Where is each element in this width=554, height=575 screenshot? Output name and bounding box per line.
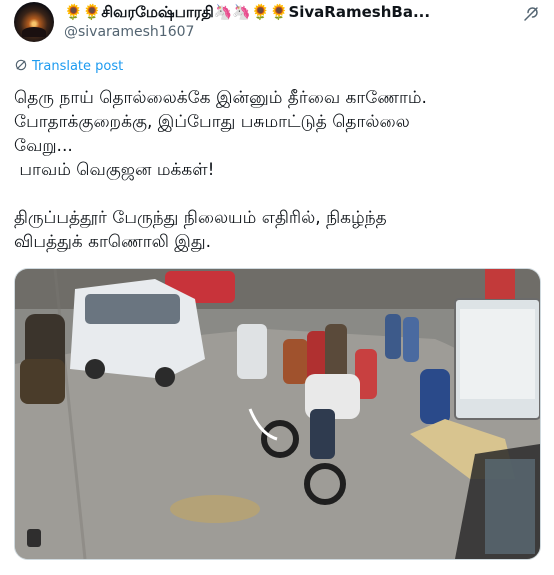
- avatar[interactable]: [14, 2, 54, 42]
- tweet-video[interactable]: [14, 268, 541, 560]
- grok-icon[interactable]: [522, 5, 540, 23]
- video-frame: [15, 269, 540, 559]
- translate-icon: [15, 59, 27, 71]
- media-badge-icon: [27, 529, 41, 547]
- author-handle[interactable]: @sivaramesh1607: [64, 23, 194, 41]
- author-name[interactable]: 🌻🌻சிவரமேஷ்பாரதி🦄🦄🌻🌻SivaRameshBa...: [64, 3, 524, 21]
- translate-post-link[interactable]: Translate post: [14, 58, 123, 76]
- translate-label: Translate post: [32, 59, 124, 74]
- tweet-header: 🌻🌻சிவரமேஷ்பாரதி🦄🦄🌻🌻SivaRameshBa... @siva…: [14, 0, 540, 44]
- tweet-text: தெரு நாய் தொல்லைக்கே இன்னும் தீர்வை காணோ…: [14, 88, 427, 252]
